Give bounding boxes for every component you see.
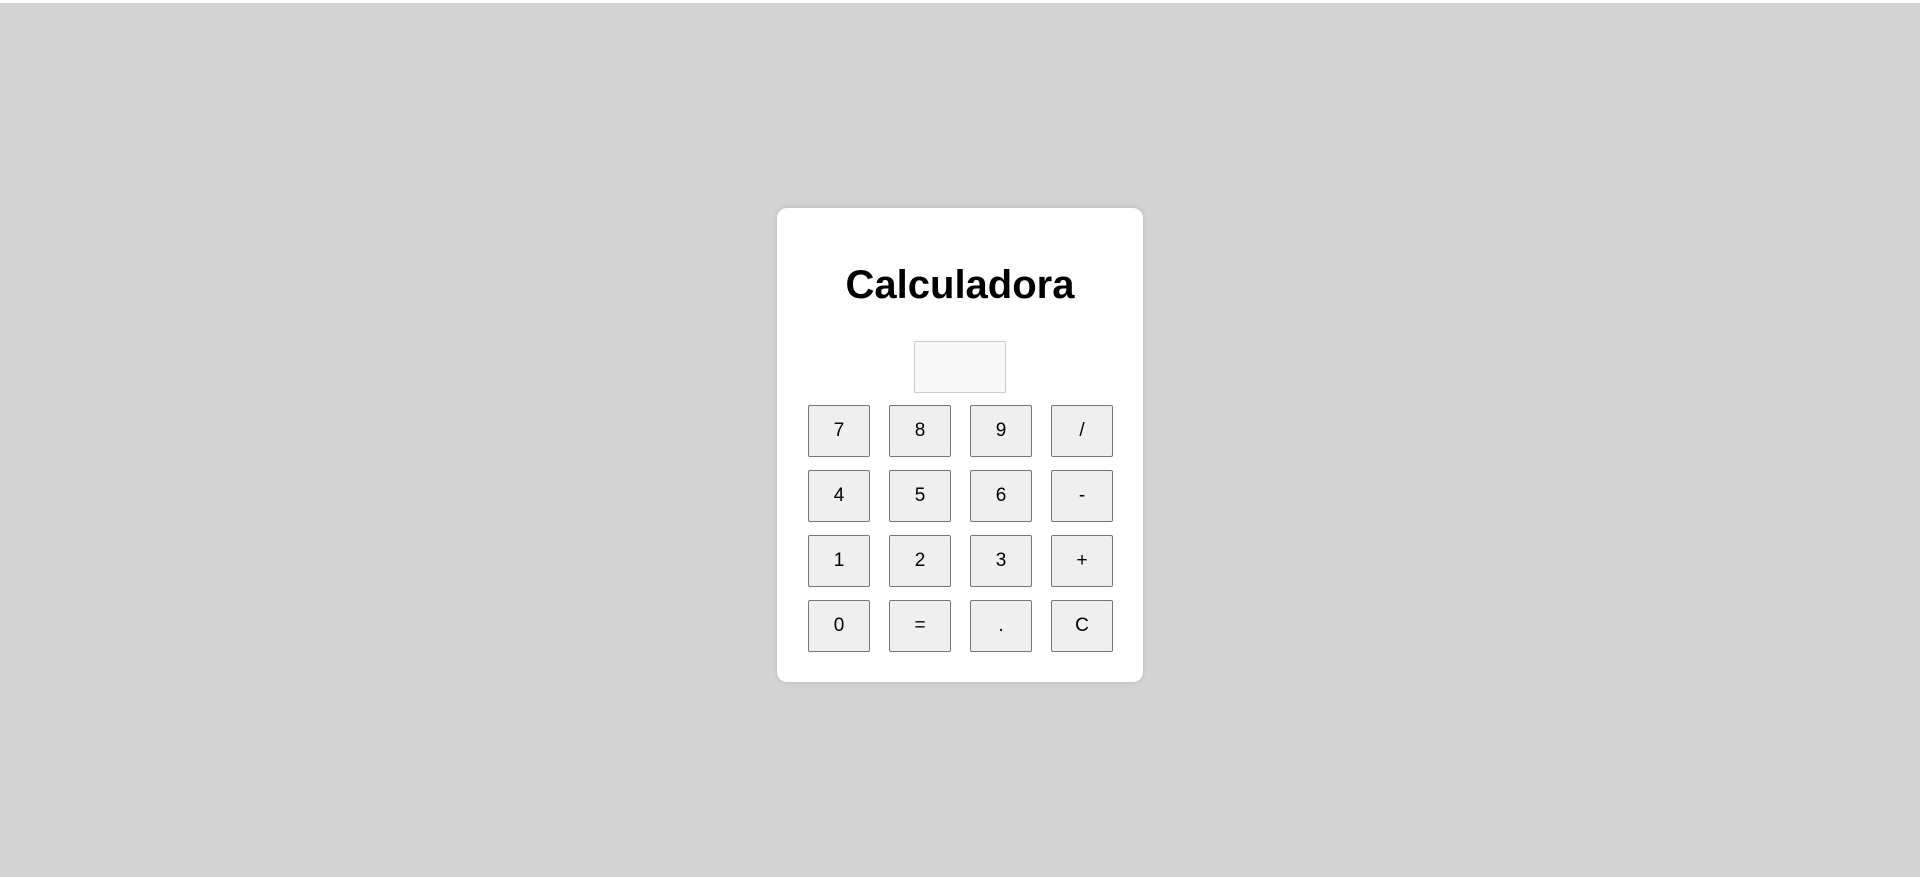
- keypad: 7 8 9 / 4 5 6 - 1 2 3 + 0 = . C: [808, 405, 1113, 652]
- equals-button[interactable]: =: [889, 600, 951, 652]
- key-9[interactable]: 9: [970, 405, 1032, 457]
- key-6[interactable]: 6: [970, 470, 1032, 522]
- key-7[interactable]: 7: [808, 405, 870, 457]
- key-8[interactable]: 8: [889, 405, 951, 457]
- key-2[interactable]: 2: [889, 535, 951, 587]
- clear-button[interactable]: C: [1051, 600, 1113, 652]
- calculator-card: Calculadora 7 8 9 / 4 5 6 - 1 2 3 + 0 = …: [777, 208, 1143, 682]
- subtract-button[interactable]: -: [1051, 470, 1113, 522]
- divide-button[interactable]: /: [1051, 405, 1113, 457]
- add-button[interactable]: +: [1051, 535, 1113, 587]
- key-1[interactable]: 1: [808, 535, 870, 587]
- key-4[interactable]: 4: [808, 470, 870, 522]
- calculator-title: Calculadora: [845, 263, 1075, 307]
- calculator-display[interactable]: [914, 341, 1006, 393]
- key-5[interactable]: 5: [889, 470, 951, 522]
- key-0[interactable]: 0: [808, 600, 870, 652]
- key-3[interactable]: 3: [970, 535, 1032, 587]
- page-background: Calculadora 7 8 9 / 4 5 6 - 1 2 3 + 0 = …: [0, 3, 1920, 877]
- decimal-button[interactable]: .: [970, 600, 1032, 652]
